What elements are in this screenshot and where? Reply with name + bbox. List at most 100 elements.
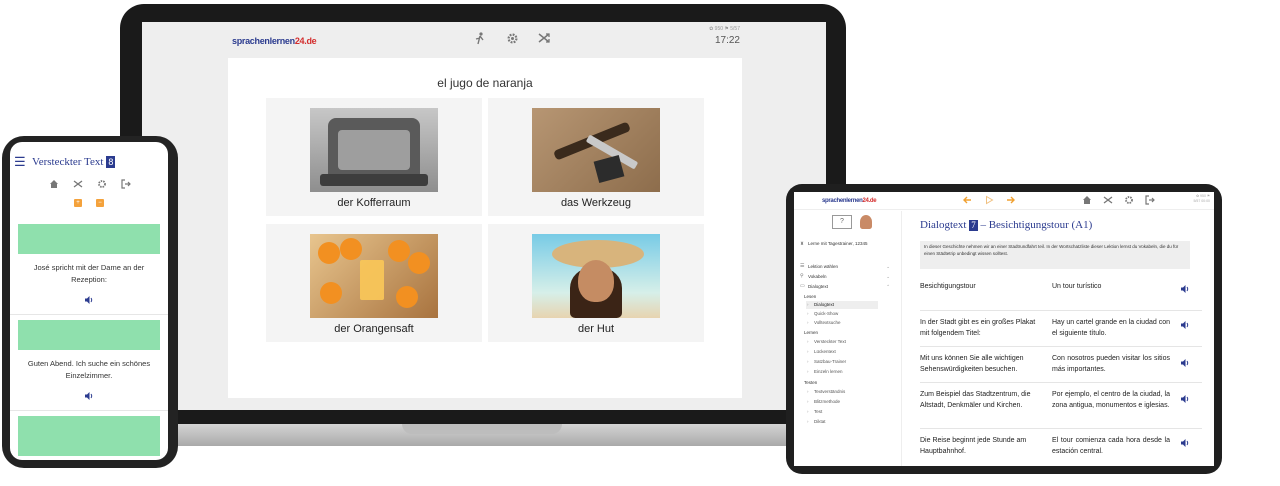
sidebar-item-label: Vokabeln — [808, 274, 827, 279]
hidden-text-bar[interactable] — [18, 224, 160, 254]
sidebar-sub-lueckentext[interactable]: Lückentext — [806, 348, 878, 356]
dialog-row: In der Stadt gibt es ein großes Plakat m… — [920, 317, 1202, 347]
chevron-down-icon: ⌄ — [886, 274, 890, 279]
flag-person-icon[interactable] — [472, 30, 488, 46]
sidebar-item-dialogtext[interactable]: ▭ Dialogtext ⌃ — [800, 283, 896, 290]
dialog-title-label: Dialogtext — [920, 219, 967, 231]
group-lernen: Lernen — [804, 330, 819, 335]
mode-button-1[interactable]: + — [74, 199, 82, 207]
sidebar-sub-satzbau[interactable]: Satzbau-Trainer — [806, 358, 878, 366]
german-text: Die Reise beginnt jede Stunde am Hauptba… — [920, 437, 1027, 455]
tablet-screen: sprachenlernen24.de ✿ 950 ⚑ 5/57 00:00 ?… — [794, 192, 1214, 466]
sidebar-sub-einzeln[interactable]: Einzeln lernen — [806, 368, 878, 376]
speaker-icon[interactable] — [1180, 438, 1190, 448]
speaker-icon[interactable] — [1180, 284, 1190, 294]
answer-caption: der Hut — [577, 323, 615, 335]
answer-option-3[interactable]: der Orangensaft — [266, 224, 482, 342]
status-counters: ✿ 950 ⚑ 5/57 00:00 — [1193, 194, 1210, 203]
sidebar-sub-textverstaendnis[interactable]: Textverständnis — [806, 388, 878, 396]
dialog-row: Zum Beispiel das Stadtzentrum, die Altst… — [920, 389, 1202, 429]
sidebar-item-vokabeln[interactable]: ⚲ Vokabeln ⌄ — [800, 273, 896, 280]
trainer-icon: ♜ — [800, 241, 805, 246]
logo-text: sprachenlernen — [822, 198, 863, 204]
lesson-badge: 7 — [969, 220, 978, 231]
speaker-icon[interactable] — [1180, 358, 1190, 368]
app-logo[interactable]: sprachenlernen24.de — [232, 36, 317, 46]
laptop-notch — [402, 424, 562, 434]
gear-icon[interactable] — [1124, 195, 1134, 205]
avatar[interactable] — [860, 215, 872, 229]
logo-suffix: 24.de — [294, 36, 317, 46]
speaker-icon[interactable] — [84, 295, 94, 305]
spanish-text: Por ejemplo, el centro de la ciudad, la … — [1052, 391, 1170, 409]
quiz-card: el jugo de naranja der Kofferraum das We… — [228, 58, 742, 398]
speaker-icon[interactable] — [1180, 394, 1190, 404]
play-icon[interactable] — [984, 195, 994, 205]
sidebar-item-lektion[interactable]: ☰ Lektion wählen ⌄ — [800, 263, 896, 270]
sidebar-sub-quickshow[interactable]: Quick-Show — [806, 310, 878, 318]
sidebar-item-label: Dialogtext — [808, 284, 829, 289]
spanish-text: Hay un cartel grande en la ciudad con el… — [1052, 319, 1170, 337]
answer-option-1[interactable]: der Kofferraum — [266, 98, 482, 216]
mode-button-2[interactable]: − — [96, 199, 104, 207]
list-icon: ☰ — [800, 263, 805, 269]
shuffle-icon[interactable] — [72, 178, 83, 189]
gear-icon[interactable] — [96, 178, 107, 189]
speaker-icon[interactable] — [1180, 320, 1190, 330]
sidebar: ? ♜ Lerne mit Tagestrainer, 12345 ☰ Lekt… — [794, 211, 902, 466]
tablet-topbar: sprachenlernen24.de ✿ 950 ⚑ 5/57 00:00 — [794, 192, 1214, 210]
audio-nav — [962, 195, 1016, 205]
hidden-text-bar[interactable] — [18, 416, 160, 456]
lesson-badge: 8 — [106, 156, 116, 168]
speaker-icon[interactable] — [84, 391, 94, 401]
sidebar-sub-dialogtext[interactable]: Dialogtext — [806, 301, 878, 309]
toolbar — [472, 30, 552, 46]
logout-icon[interactable] — [120, 178, 131, 189]
sidebar-sub-test[interactable]: Test — [806, 408, 878, 416]
hat-woman-image — [532, 234, 660, 318]
sidebar-sub-versteckter-text[interactable]: Versteckter Text — [806, 338, 878, 346]
sidebar-sub-blitzmethode[interactable]: Blitzmethode — [806, 398, 878, 406]
answer-caption: der Kofferraum — [337, 197, 411, 209]
hidden-text-bar[interactable] — [18, 320, 160, 350]
home-icon[interactable] — [48, 178, 59, 189]
dialog-line: Guten Abend. Ich suche ein schönes Einze… — [27, 359, 151, 380]
gear-icon[interactable] — [504, 30, 520, 46]
language-flag[interactable]: ? — [832, 215, 852, 229]
phone-toolbar — [48, 178, 131, 189]
chevron-up-icon: ⌃ — [886, 284, 890, 289]
status-area: ✿ 950 ⚑ 5/57 17:22 — [700, 26, 740, 46]
arrow-right-icon[interactable] — [1006, 195, 1016, 205]
logout-icon[interactable] — [1145, 195, 1155, 205]
dialog-panel: Dialogtext 7 – Besichtigungstour (A1) In… — [910, 211, 1210, 466]
answer-option-4[interactable]: der Hut — [488, 224, 704, 342]
app-logo[interactable]: sprachenlernen24.de — [822, 198, 877, 204]
chevron-down-icon: ⌄ — [886, 264, 890, 269]
pin-icon: ⚲ — [800, 273, 804, 279]
answer-caption: der Orangensaft — [334, 323, 414, 335]
arrow-left-icon[interactable] — [962, 195, 972, 205]
shuffle-icon[interactable] — [536, 30, 552, 46]
phone-screen: ☰ Versteckter Text 8 + − José spricht mi… — [10, 142, 168, 460]
dialog-line: José spricht mit der Dame an der Rezepti… — [33, 263, 145, 284]
trunk-image — [310, 108, 438, 192]
sidebar-sub-volltextsuche[interactable]: Volltextsuche — [806, 319, 878, 327]
shuffle-icon[interactable] — [1103, 195, 1113, 205]
hamburger-menu-icon[interactable]: ☰ — [14, 154, 32, 170]
sidebar-sub-diktat[interactable]: Diktat — [806, 418, 878, 426]
sidebar-trainer[interactable]: ♜ Lerne mit Tagestrainer, 12345 — [800, 241, 896, 247]
phone-mode-buttons: + − — [74, 199, 104, 207]
book-icon: ▭ — [800, 283, 805, 289]
answer-option-2[interactable]: das Werkzeug — [488, 98, 704, 216]
sidebar-item-label: Lektion wählen — [808, 264, 839, 269]
spanish-text: Con nosotros pueden visitar los sitios m… — [1052, 355, 1170, 373]
sidebar-trainer-label: Lerne mit Tagestrainer, 12345 — [808, 241, 868, 246]
german-text: Zum Beispiel das Stadtzentrum, die Altst… — [920, 391, 1031, 409]
tools-image — [532, 108, 660, 192]
german-text: Mit uns können Sie alle wichtigen Sehens… — [920, 355, 1024, 373]
home-icon[interactable] — [1082, 195, 1092, 205]
group-testen: Testen — [804, 380, 818, 385]
german-text: In der Stadt gibt es ein großes Plakat m… — [920, 319, 1036, 337]
logo-suffix: 24.de — [862, 198, 877, 204]
logo-text: sprachenlernen — [232, 36, 295, 46]
